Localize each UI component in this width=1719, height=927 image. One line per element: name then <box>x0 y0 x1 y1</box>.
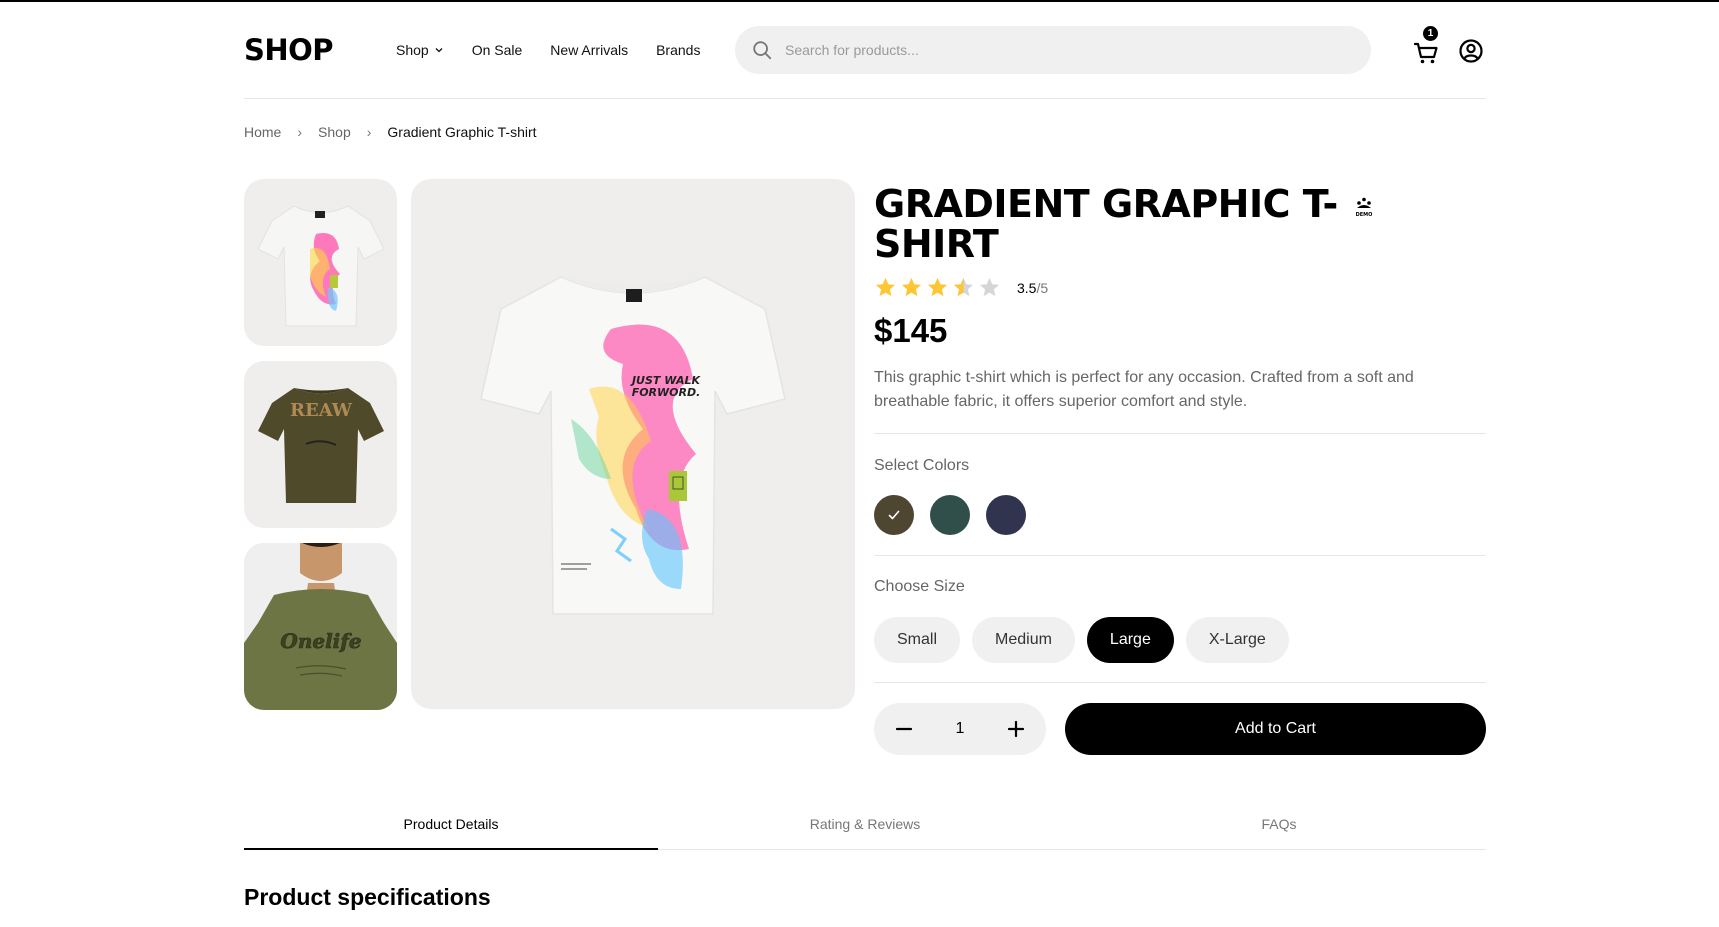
nav-item-label: Brands <box>656 42 701 58</box>
chevron-right-icon: › <box>366 124 372 140</box>
size-medium-button[interactable]: Medium <box>972 617 1075 663</box>
cart-button[interactable]: 1 <box>1412 26 1442 70</box>
size-xlarge-button[interactable]: X-Large <box>1185 617 1289 663</box>
thumbnail-white-tshirt[interactable] <box>244 179 397 346</box>
olive-tshirt-image: REAW <box>258 388 384 503</box>
breadcrumb-current: Gradient Graphic T-shirt <box>387 124 537 140</box>
rating-stars <box>874 276 1001 299</box>
tab-product-details[interactable]: Product Details <box>244 804 658 850</box>
product-description: This graphic t-shirt which is perfect fo… <box>874 369 1414 410</box>
section-divider <box>874 682 1486 683</box>
chevron-right-icon: › <box>297 124 303 140</box>
white-tshirt-image: JUST WALK FORWORD. <box>480 276 786 615</box>
section-divider <box>874 433 1486 434</box>
main-product-image[interactable]: JUST WALK FORWORD. <box>411 179 855 709</box>
rating-value: 3.5 <box>1017 279 1037 296</box>
size-options: Small Medium Large X-Large <box>874 617 1289 663</box>
product-specifications-heading: Product specifications <box>244 884 491 910</box>
thumbnail-olive-tshirt[interactable]: REAW <box>244 361 397 528</box>
star-filled-icon <box>927 277 948 297</box>
svg-text:FORWORD.: FORWORD. <box>632 386 701 399</box>
section-divider <box>874 555 1486 556</box>
star-filled-icon <box>901 277 922 297</box>
nav-item-label: On Sale <box>471 42 523 58</box>
nav-item-brands[interactable]: Brands <box>656 42 700 58</box>
color-swatch-brown[interactable] <box>874 495 914 535</box>
quantity-stepper: 1 <box>874 703 1046 755</box>
top-border <box>0 0 1719 2</box>
color-swatch-green[interactable] <box>930 495 970 535</box>
size-small-button[interactable]: Small <box>874 617 961 663</box>
chevron-down-icon <box>435 48 443 53</box>
tab-faqs[interactable]: FAQs <box>1072 804 1486 849</box>
tab-rating-reviews[interactable]: Rating & Reviews <box>658 804 1072 849</box>
size-large-button[interactable]: Large <box>1086 617 1174 663</box>
breadcrumb-shop[interactable]: Shop <box>318 124 351 140</box>
search-icon <box>753 41 772 60</box>
rating-max: /5 <box>1036 279 1049 296</box>
product-title: GRADIENT GRAPHIC T-SHIRT <box>874 182 1338 266</box>
cart-icon <box>1413 42 1438 64</box>
product-price: $145 <box>874 312 948 349</box>
svg-text:DEMO: DEMO <box>1356 212 1373 218</box>
decrease-quantity-button[interactable] <box>894 719 914 739</box>
add-to-cart-button[interactable]: Add to Cart <box>1065 703 1486 755</box>
nav-item-label: New Arrivals <box>550 42 629 58</box>
star-half-icon <box>953 277 974 297</box>
search-bar[interactable] <box>735 26 1371 74</box>
nav-item-on-sale[interactable]: On Sale <box>472 42 523 58</box>
demo-badge-icon: DEMO <box>1356 197 1373 218</box>
increase-quantity-button[interactable] <box>1006 719 1026 739</box>
nav-item-shop[interactable]: Shop <box>396 42 444 58</box>
quantity-value: 1 <box>955 720 965 737</box>
cart-count-badge: 1 <box>1423 26 1438 41</box>
account-icon[interactable] <box>1458 38 1484 64</box>
site-header: SHOP Shop On Sale New Arrivals Brands 1 <box>244 24 1486 76</box>
white-tshirt-image <box>257 205 385 327</box>
svg-text:Onelife: Onelife <box>280 629 361 653</box>
rating-text: 3.5/5 <box>1017 280 1048 296</box>
breadcrumb-home[interactable]: Home <box>244 124 281 140</box>
nav-item-new-arrivals[interactable]: New Arrivals <box>550 42 628 58</box>
color-swatch-navy[interactable] <box>986 495 1026 535</box>
breadcrumb: Home › Shop › Gradient Graphic T-shirt <box>244 124 537 140</box>
check-icon <box>888 510 900 520</box>
star-empty-icon <box>979 277 1000 297</box>
plus-icon <box>1007 720 1025 738</box>
choose-size-label: Choose Size <box>874 578 965 595</box>
main-nav: Shop On Sale New Arrivals Brands <box>396 42 700 58</box>
select-colors-label: Select Colors <box>874 457 970 474</box>
header-divider <box>244 98 1486 99</box>
search-input[interactable] <box>785 42 1345 58</box>
logo[interactable]: SHOP <box>244 33 396 67</box>
svg-text:REAW: REAW <box>290 400 353 421</box>
nav-item-label: Shop <box>396 42 429 58</box>
color-options <box>874 495 1026 535</box>
thumbnail-olive-model[interactable]: Onelife <box>244 543 397 710</box>
star-filled-icon <box>875 277 896 297</box>
olive-tshirt-model-image: Onelife <box>244 543 397 710</box>
product-rating: 3.5/5 <box>874 276 1048 299</box>
product-tabs: Product Details Rating & Reviews FAQs <box>244 804 1486 850</box>
minus-icon <box>895 727 913 731</box>
